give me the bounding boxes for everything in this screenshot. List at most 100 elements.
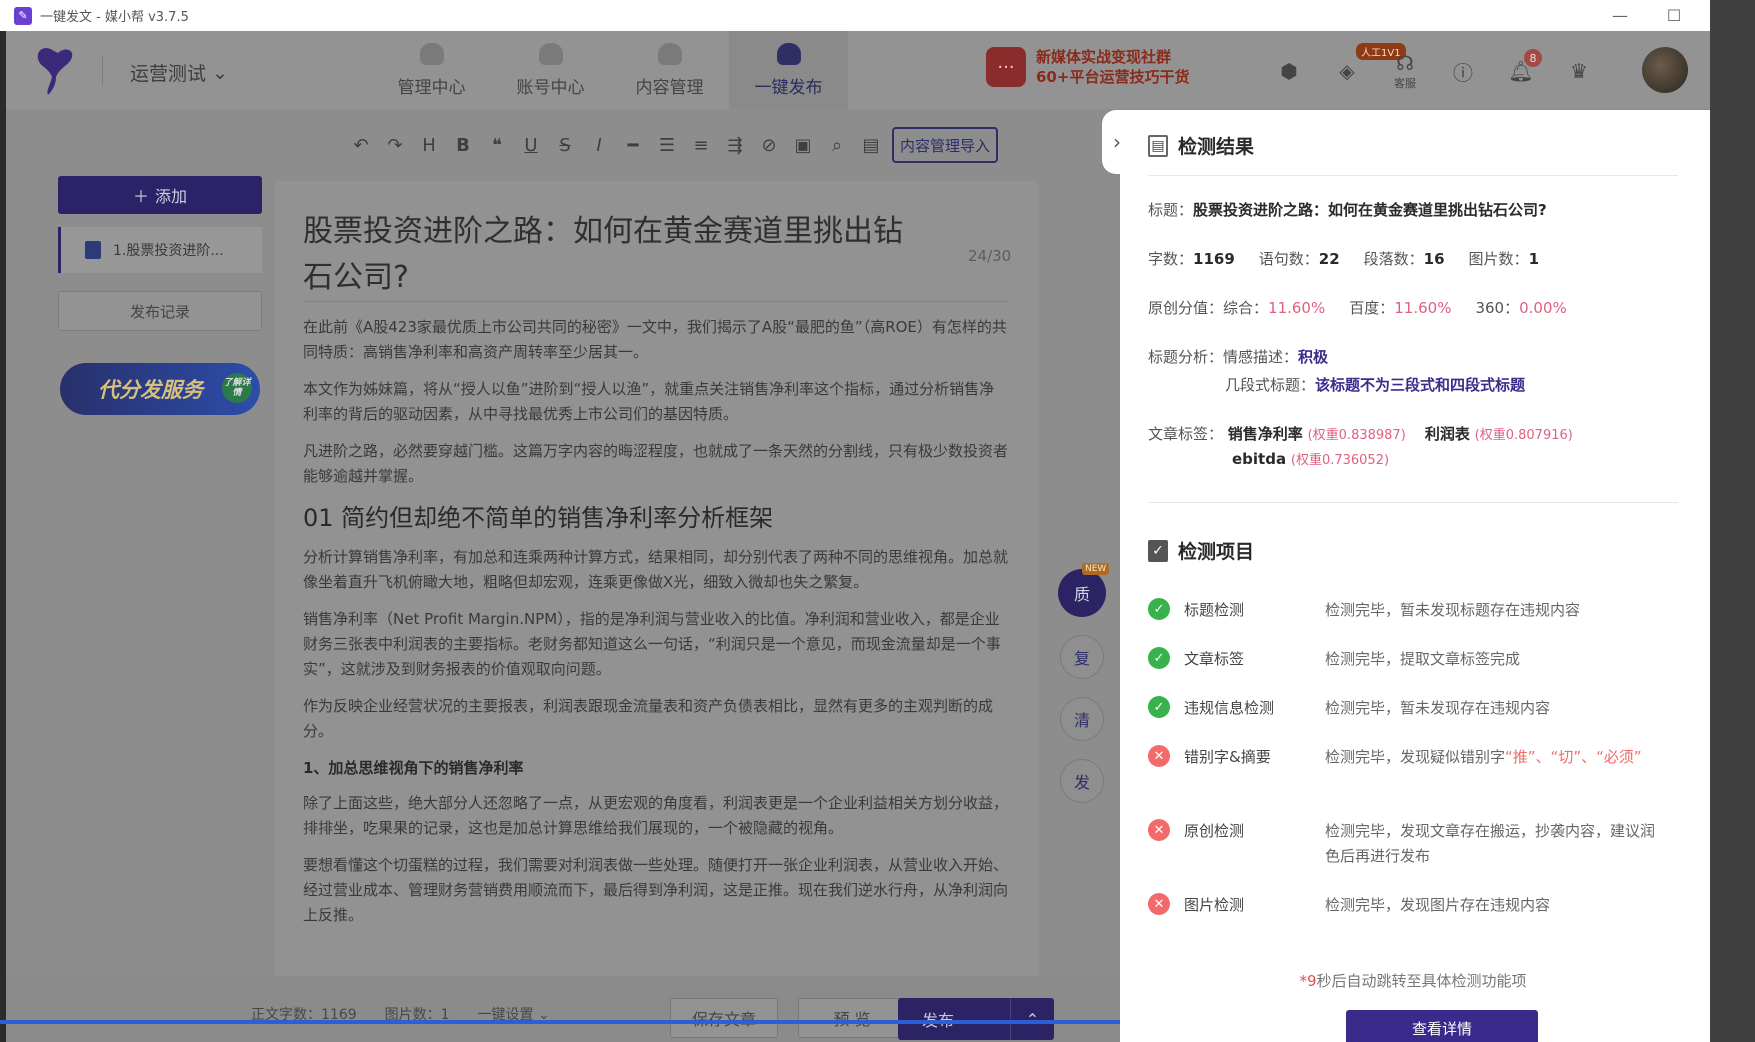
paragraph: 作为反映企业经营状况的主要报表，利润表跟现金流量表和资产负债表相比，显然有更多的… — [303, 697, 994, 740]
headset-icon: ☊ — [1396, 51, 1414, 75]
chevron-up-icon[interactable]: ⌃ — [1010, 998, 1054, 1040]
tag-icon[interactable]: ◈ 人工1V1 — [1318, 43, 1406, 93]
bell-icon[interactable]: 🔔︎ 8 — [1492, 49, 1550, 93]
tag-1-weight: (权重0.838987) — [1307, 428, 1406, 443]
align-left-icon[interactable]: ≡ — [684, 128, 718, 162]
tab-content-management[interactable]: 内容管理 — [610, 31, 729, 109]
tab-account-center[interactable]: 账号中心 — [491, 31, 610, 109]
check-success-icon: ✓ — [1148, 598, 1170, 620]
image-icon[interactable]: ▣ — [786, 128, 820, 162]
publish-history-button[interactable]: 发布记录 — [58, 291, 262, 331]
tab-management-center[interactable]: 管理中心 — [372, 31, 491, 109]
tag-3: ebitda — [1232, 450, 1287, 468]
avatar[interactable] — [1642, 47, 1688, 93]
result-section-header: ▤ 检测结果 — [1148, 132, 1254, 159]
auto-jump-notice: *9秒后自动跳转至具体检测功能项 — [1299, 972, 1527, 990]
article-title-input[interactable]: 股票投资进阶之路：如何在黄金赛道里挑出钻石公司? — [303, 209, 903, 301]
loading-progress-bar — [0, 1020, 1170, 1024]
content-import-button[interactable]: 内容管理导入 — [892, 127, 999, 163]
check-item-typo[interactable]: ✕ 错别字&摘要 检测完毕，发现疑似错别字“推”、“切”、“必须” — [1148, 745, 1678, 770]
preview-button[interactable]: 预 览 — [798, 998, 906, 1038]
check-item-desc: 检测完毕，发现文章存在搬运，抄袭内容，建议润色后再进行发布 — [1325, 822, 1656, 865]
image-stat: 图片数：1 — [1468, 250, 1539, 268]
check-item-tags[interactable]: ✓ 文章标签 检测完毕，提取文章标签完成 — [1148, 647, 1678, 672]
add-article-button[interactable]: ＋ 添加 — [58, 176, 262, 214]
heading-icon[interactable]: H — [412, 128, 446, 162]
promo-line-2: 60+平台运营技巧干货 — [1036, 68, 1190, 86]
undo-icon[interactable]: ↶ — [344, 128, 378, 162]
maximize-button[interactable]: ☐ — [1647, 0, 1701, 31]
segment-title-row: 几段式标题：该标题不为三段式和四段式标题 — [1225, 373, 1685, 397]
promo-text: 新媒体实战变现社群 60+平台运营技巧干货 — [1036, 47, 1189, 87]
title-value: 股票投资进阶之路：如何在黄金赛道里挑出钻石公司? — [1193, 201, 1547, 219]
content-icon — [657, 42, 682, 65]
check-item-name: 标题检测 — [1184, 601, 1245, 619]
result-title-row: 标题：股票投资进阶之路：如何在黄金赛道里挑出钻石公司? — [1148, 198, 1678, 222]
side-action-buttons: 质 NEW 复 清 发 — [1058, 563, 1110, 803]
strikethrough-icon[interactable]: S — [548, 128, 582, 162]
publish-label: 发布 — [922, 1007, 954, 1031]
check-item-name: 错别字&摘要 — [1184, 748, 1271, 766]
result-section-title: 检测结果 — [1178, 136, 1255, 158]
quality-check-button[interactable]: 质 NEW — [1058, 563, 1110, 617]
notification-count-badge: 8 — [1524, 49, 1542, 67]
subsection-heading: 1、加总思维视角下的销售净利率 — [303, 759, 524, 777]
italic-icon[interactable]: I — [582, 128, 616, 162]
horizontal-rule-icon[interactable]: ━ — [616, 128, 650, 162]
crown-icon[interactable]: ♛ — [1550, 49, 1608, 93]
nav-icon-group: ⬢ ◈ 人工1V1 ☊ 客服 ⓘ 🔔︎ 8 ♛ — [1260, 43, 1608, 93]
article-body[interactable]: 在此前《A股423家最优质上市公司共同的秘密》一文中，我们揭示了A股“最肥的鱼”… — [303, 315, 1008, 940]
check-fail-icon: ✕ — [1148, 819, 1170, 841]
publish-side-button[interactable]: 发 — [1060, 759, 1104, 803]
check-item-image[interactable]: ✕ 图片检测 检测完毕，发现图片存在违规内容 — [1148, 893, 1678, 918]
editor-toolbar: ↶ ↷ H B ❝ U S I ━ ☰ ≡ ⇶ ⊘ ▣ ⌕ ▤ 内容管理导入 — [344, 127, 999, 163]
originality-baidu: 百度：11.60% — [1349, 299, 1452, 317]
check-item-desc: 检测完毕，发现疑似错别字“推”、“切”、“必须” — [1325, 748, 1642, 766]
items-section-title: 检测项目 — [1178, 541, 1255, 563]
paragraph: 本文作为姊妹篇，将从“授人以鱼”进阶到“授人以渔”，就重点关注销售净利率这个指标… — [303, 380, 995, 423]
view-details-button[interactable]: 查看详情 — [1346, 1010, 1538, 1042]
window-title: 一键发文 - 媒小帮 v3.7.5 — [40, 10, 189, 25]
paragraph: 分析计算销售净利率，有加总和连乘两种计算方式，结果相同，却分别代表了两种不同的思… — [303, 548, 1009, 591]
bullet-list-icon[interactable]: ☰ — [650, 128, 684, 162]
check-item-name: 图片检测 — [1184, 896, 1245, 914]
redo-icon[interactable]: ↷ — [378, 128, 412, 162]
detection-result-panel: ▤ 检测结果 标题：股票投资进阶之路：如何在黄金赛道里挑出钻石公司? 字数：11… — [1120, 110, 1710, 1042]
duplicate-button[interactable]: 复 — [1060, 635, 1104, 679]
help-icon[interactable]: ⓘ — [1434, 49, 1492, 93]
check-item-desc: 检测完毕，发现图片存在违规内容 — [1325, 896, 1551, 914]
divider — [1148, 175, 1678, 176]
tag-2: 利润表 — [1424, 425, 1470, 443]
clear-format-icon[interactable]: ⊘ — [752, 128, 786, 162]
check-item-violation[interactable]: ✓ 违规信息检测 检测完毕，暂未发现存在违规内容 — [1148, 696, 1678, 721]
customer-service-button[interactable]: ☊ 客服 — [1376, 49, 1434, 93]
indent-icon[interactable]: ⇶ — [718, 128, 752, 162]
save-article-button[interactable]: 保存文章 — [670, 998, 778, 1038]
check-fail-icon: ✕ — [1148, 893, 1170, 915]
check-item-original[interactable]: ✕ 原创检测 检测完毕，发现文章存在搬运，抄袭内容，建议润色后再进行发布 — [1148, 819, 1678, 869]
search-icon[interactable]: ⌕ — [820, 128, 854, 162]
hexagon-agent-icon[interactable]: ⬢ — [1260, 49, 1318, 93]
brand-logo-icon[interactable] — [28, 43, 80, 97]
underline-icon[interactable]: U — [514, 128, 548, 162]
paragraph: 凡进阶之路，必然要穿越门槛。这篇万字内容的晦涩程度，也就成了一条天然的分割线，只… — [303, 442, 1009, 485]
article-editor[interactable]: 股票投资进阶之路：如何在黄金赛道里挑出钻石公司? 24/30 在此前《A股423… — [275, 181, 1038, 1011]
tab-one-click-publish[interactable]: 一键发布 — [729, 31, 848, 109]
word-stat: 字数：1169 — [1148, 250, 1235, 268]
workspace-dropdown[interactable]: 运营测试 ⌄ — [130, 59, 228, 86]
article-list-item[interactable]: 1.股票投资进阶... — [58, 227, 262, 273]
quote-icon[interactable]: ❝ — [480, 128, 514, 162]
publish-icon — [776, 42, 801, 65]
minimize-button[interactable]: — — [1593, 0, 1647, 31]
clear-button[interactable]: 清 — [1060, 697, 1104, 741]
community-promo-banner[interactable]: ··· 新媒体实战变现社群 60+平台运营技巧干货 — [986, 47, 1189, 87]
document-icon[interactable]: ▤ — [854, 128, 888, 162]
bold-icon[interactable]: B — [446, 128, 480, 162]
tag-3-weight: (权重0.736052) — [1290, 453, 1390, 468]
article-tags-row: 文章标签： 销售净利率 (权重0.838987) 利润表 (权重0.807916… — [1148, 422, 1678, 448]
tab-label: 账号中心 — [516, 77, 585, 98]
distribution-service-banner[interactable]: 代分发服务 了解详情 — [60, 363, 260, 415]
publish-button[interactable]: 发布 ⌃ — [898, 998, 1054, 1040]
check-success-icon: ✓ — [1148, 696, 1170, 718]
check-item-title[interactable]: ✓ 标题检测 检测完毕，暂未发现标题存在违规内容 — [1148, 598, 1678, 623]
